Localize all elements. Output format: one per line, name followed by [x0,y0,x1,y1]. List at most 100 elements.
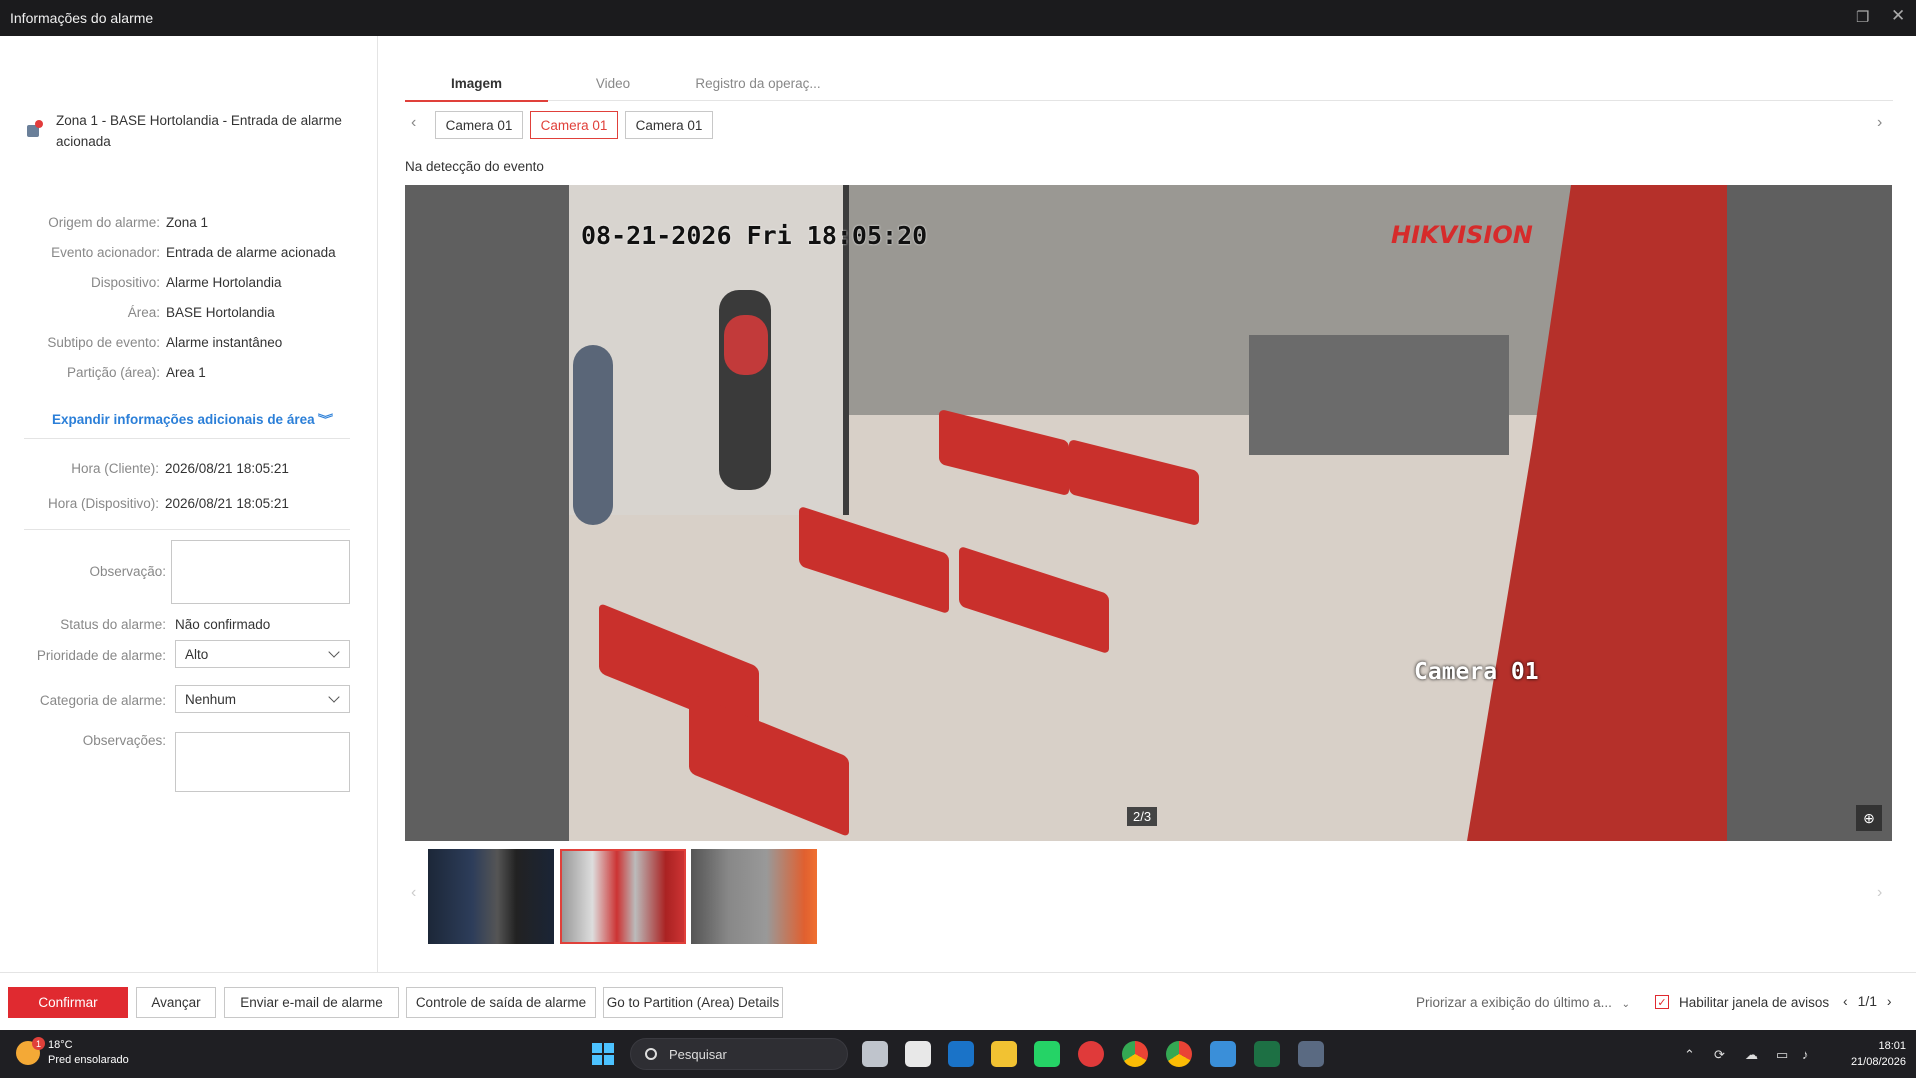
osd-camera-name: Camera 01 [1414,659,1539,685]
chevron-down-icon [328,691,340,703]
thumbnail-1[interactable] [428,849,554,944]
chrome-profile-icon[interactable] [1166,1041,1192,1067]
chevron-down-icon: ︾ [317,414,333,426]
weather-text: Pred ensolarado [48,1054,129,1066]
action-bar: Confirmar Avançar Enviar e-mail de alarm… [0,972,1916,1030]
detail-row: Dispositivo: Alarme Hortolandia [90,274,282,290]
thumbnail-3[interactable] [691,849,817,944]
popup-checkbox-label: Habilitar janela de avisos [1679,995,1830,1010]
search-placeholder: Pesquisar [669,1046,727,1062]
calculator-icon[interactable] [1298,1041,1324,1067]
sync-icon[interactable]: ⟳ [1714,1047,1725,1063]
alarm-icon [26,120,44,138]
detail-row: Evento acionador: Entrada de alarme acion… [51,244,336,260]
network-icon[interactable]: ▭ [1776,1047,1788,1063]
task-view-icon[interactable] [862,1041,888,1067]
prioridade-select[interactable]: Alto [175,640,350,668]
osd-brand-logo: HIKVISION [1391,221,1533,249]
chevron-left-icon[interactable]: ‹ [411,114,416,132]
app-red-icon[interactable] [1078,1041,1104,1067]
excel-icon[interactable] [1254,1041,1280,1067]
camera-button-active[interactable]: Camera 01 [530,111,618,139]
camera-button[interactable]: Camera 01 [625,111,713,139]
thumbnail-2[interactable] [560,849,686,944]
camera-snapshot: 08-21-2026 Fri 18:05:20 HIKVISION Camera… [569,185,1727,841]
chevron-up-icon[interactable]: ⌃ [1684,1047,1695,1063]
windows-start-icon[interactable] [592,1043,614,1065]
observacoes-input[interactable] [175,732,350,792]
restore-icon[interactable]: ❐ [1856,8,1869,26]
send-email-button[interactable]: Enviar e-mail de alarme [224,987,399,1018]
expand-label: Expandir informações adicionais de área [52,411,315,427]
whatsapp-icon[interactable] [1034,1041,1060,1067]
camera-selector: ‹ Camera 01 Camera 01 Camera 01 › [405,111,1893,139]
chrome-icon[interactable] [1122,1041,1148,1067]
observacoes-label: Observações: [82,733,166,748]
notepad-icon[interactable] [1210,1041,1236,1067]
weather-temp: 18°C [48,1039,73,1051]
status-label: Status do alarme: [60,617,166,632]
snipping-tool-icon[interactable] [905,1041,931,1067]
event-label: Na detecção do evento [405,159,544,174]
chevron-left-icon[interactable]: ‹ [411,884,416,902]
weather-widget[interactable]: 1 18°C Pred ensolarado [16,1037,129,1068]
time-row: Hora (Cliente): 2026/08/21 18:05:21 [71,460,289,476]
alarm-info-panel: Zona 1 - BASE Hortolandia - Entrada de a… [0,36,378,972]
popup-checkbox[interactable]: ✓ [1655,995,1669,1009]
cloud-off-icon[interactable]: ☁ [1745,1047,1758,1063]
image-viewer: 08-21-2026 Fri 18:05:20 HIKVISION Camera… [405,185,1892,841]
detail-row: Área: BASE Hortolandia [127,304,275,320]
zoom-in-icon[interactable]: ⊕ [1856,805,1882,831]
categoria-label: Categoria de alarme: [39,693,166,708]
tab-video[interactable]: Video [548,66,678,101]
os-taskbar: 1 18°C Pred ensolarado Pesquisar ⌃ ⟳ ☁ ▭… [0,1030,1916,1078]
detail-row: Origem do alarme: Zona 1 [48,214,209,230]
image-page-indicator: 2/3 [1127,807,1158,826]
clock-date: 21/08/2026 [1850,1056,1906,1068]
chevron-down-icon [328,646,340,658]
expand-area-info-link[interactable]: Expandir informações adicionais de área … [52,411,333,427]
file-explorer-icon[interactable] [991,1041,1017,1067]
partition-details-button[interactable]: Go to Partition (Area) Details [603,987,783,1018]
tab-imagem[interactable]: Imagem [405,66,548,102]
tab-registro[interactable]: Registro da operaç... [678,66,838,101]
clock-time: 18:01 [1878,1040,1906,1052]
time-row: Hora (Dispositivo): 2026/08/21 18:05:21 [47,495,289,511]
divider [24,529,350,530]
chevron-right-icon[interactable]: › [1877,884,1882,902]
display-priority-select[interactable]: Priorizar a exibição do último a... ⌄ [1416,995,1630,1010]
alarm-output-button[interactable]: Controle de saída de alarme [406,987,596,1018]
media-tabs: Imagem Video Registro da operaç... [405,66,1893,102]
search-icon [645,1048,657,1060]
alarm-pager: ‹ 1/1 › [1843,993,1892,1009]
confirm-button[interactable]: Confirmar [8,987,128,1018]
prioridade-label: Prioridade de alarme: [36,648,166,663]
detail-row: Subtipo de evento: Alarme instantâneo [47,334,283,350]
chevron-left-icon[interactable]: ‹ [1843,993,1848,1009]
alarm-title: Zona 1 - BASE Hortolandia - Entrada de a… [56,113,342,149]
osd-timestamp: 08-21-2026 Fri 18:05:20 [581,221,928,250]
display-priority-value: Priorizar a exibição do último a... [1416,995,1612,1010]
alarm-header: Zona 1 - BASE Hortolandia - Entrada de a… [26,110,356,152]
window-title: Informações do alarme [10,10,154,26]
prioridade-value: Alto [185,646,209,662]
observacao-label: Observação: [89,564,166,579]
system-clock[interactable]: 18:01 21/08/2026 [1851,1038,1906,1070]
notification-badge: 1 [32,1037,45,1050]
observacao-input[interactable] [171,540,350,604]
detail-row: Partição (área): Area 1 [66,364,206,380]
thumbnail-strip: ‹ › [405,849,1893,944]
window-titlebar: Informações do alarme ❐ ✕ [0,0,1916,36]
next-button[interactable]: Avançar [136,987,216,1018]
taskbar-search[interactable]: Pesquisar [630,1038,848,1070]
close-icon[interactable]: ✕ [1891,6,1905,26]
camera-button[interactable]: Camera 01 [435,111,523,139]
pager-value: 1/1 [1857,993,1878,1009]
outlook-icon[interactable] [948,1041,974,1067]
chevron-right-icon[interactable]: › [1887,993,1892,1009]
divider [24,438,350,439]
chevron-right-icon[interactable]: › [1877,114,1882,132]
categoria-select[interactable]: Nenhum [175,685,350,713]
volume-icon[interactable]: ♪ [1802,1047,1809,1062]
weather-icon: 1 [16,1037,45,1065]
